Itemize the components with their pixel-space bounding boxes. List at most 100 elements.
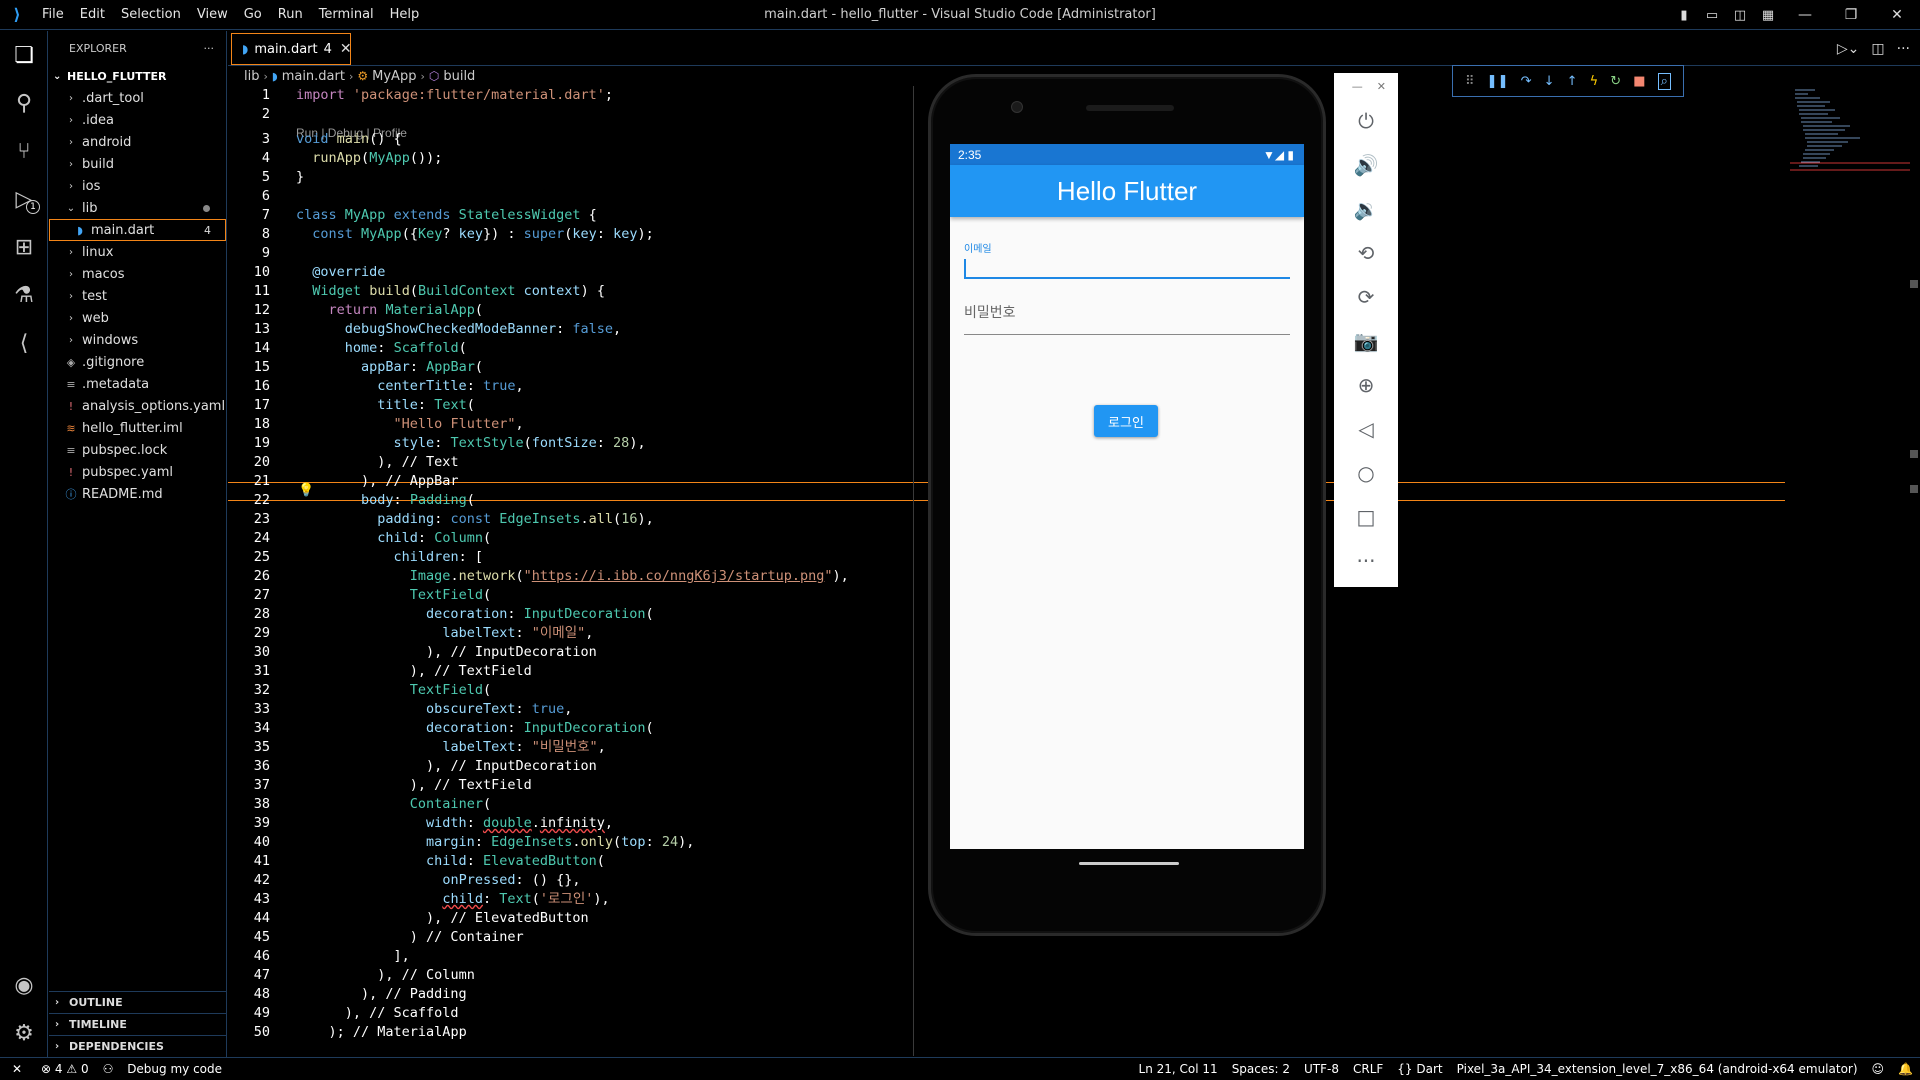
tree-item[interactable]: › test (49, 285, 226, 307)
dependencies-section[interactable]: › DEPENDENCIES (49, 1035, 227, 1057)
tree-item[interactable]: ≡ .metadata (49, 373, 226, 395)
problems-indicator[interactable]: ⊗ 4 ⚠ 0 (34, 1062, 96, 1076)
back-icon[interactable]: ◁ (1334, 407, 1398, 451)
encoding[interactable]: UTF-8 (1297, 1062, 1346, 1076)
run-debug-icon[interactable]: ▷ 1 (0, 175, 48, 223)
drag-handle-icon[interactable]: ⠿ (1465, 74, 1475, 89)
menu-go[interactable]: Go (236, 0, 270, 30)
password-field[interactable]: 비밀번호 (964, 302, 1290, 335)
login-button[interactable]: 로그인 (1094, 405, 1158, 437)
menu-selection[interactable]: Selection (113, 0, 189, 30)
debug-config[interactable]: ⚇ Debug my code (96, 1062, 229, 1076)
toggle-sidebar-icon[interactable]: ▮ (1670, 0, 1698, 30)
timeline-section[interactable]: › TIMELINE (49, 1013, 227, 1035)
breadcrumb-lib[interactable]: lib (244, 69, 259, 84)
volume-down-icon[interactable]: 🔉 (1334, 187, 1398, 231)
cursor-position[interactable]: Ln 21, Col 11 (1132, 1062, 1225, 1076)
emulator-close-icon[interactable]: ✕ (1377, 80, 1386, 93)
email-field[interactable]: 이메일 (964, 240, 1290, 279)
rotate-left-icon[interactable]: ⟲ (1334, 231, 1398, 275)
overview-icon[interactable]: □ (1334, 495, 1398, 539)
volume-up-icon[interactable]: 🔊 (1334, 143, 1398, 187)
tree-item[interactable]: › android (49, 131, 226, 153)
rotate-right-icon[interactable]: ⟳ (1334, 275, 1398, 319)
more-actions-icon[interactable]: ··· (204, 42, 215, 55)
step-out-icon[interactable]: ↑ (1567, 74, 1578, 89)
flutter-icon[interactable]: ⟨ (0, 319, 48, 367)
tree-item[interactable]: ≋ hello_flutter.iml (49, 417, 226, 439)
accounts-icon[interactable]: ◉ (0, 961, 48, 1009)
tree-item[interactable]: ◗ main.dart 4 (49, 219, 226, 241)
emulator-minimize-icon[interactable]: — (1352, 80, 1363, 93)
menu-run[interactable]: Run (270, 0, 311, 30)
dart-file-icon: ◗ (242, 42, 249, 56)
code-editor[interactable]: Run | Debug | Profile 1 import 'package:f… (228, 86, 913, 1056)
tree-item[interactable]: › linux (49, 241, 226, 263)
more-icon[interactable]: ··· (1897, 41, 1910, 57)
manage-gear-icon[interactable]: ⚙ (0, 1009, 48, 1057)
tree-item[interactable]: ⌄ lib (49, 197, 226, 219)
tree-item[interactable]: › build (49, 153, 226, 175)
tree-item[interactable]: ◈ .gitignore (49, 351, 226, 373)
restore-button[interactable]: ❐ (1828, 0, 1874, 30)
home-icon[interactable]: ○ (1334, 451, 1398, 495)
step-over-icon[interactable]: ↷ (1521, 74, 1532, 89)
indentation[interactable]: Spaces: 2 (1225, 1062, 1297, 1076)
split-editor-icon[interactable]: ◫ (1871, 41, 1884, 57)
feedback-icon[interactable]: ☺ (1865, 1062, 1892, 1076)
language-mode[interactable]: {} Dart (1390, 1062, 1449, 1076)
menu-help[interactable]: Help (382, 0, 428, 30)
editor-split-divider[interactable] (913, 86, 914, 1056)
breadcrumb-method[interactable]: build (443, 69, 475, 84)
explorer-icon[interactable]: ❏ (0, 31, 48, 79)
tree-item[interactable]: › .dart_tool (49, 87, 226, 109)
tree-item[interactable]: › macos (49, 263, 226, 285)
stop-icon[interactable]: ■ (1633, 74, 1645, 89)
emulator-screen[interactable]: 2:35 ▼◢ ▮ Hello Flutter 이메일 비밀번호 로그인 (950, 144, 1304, 849)
tree-item[interactable]: ≡ pubspec.lock (49, 439, 226, 461)
menu-file[interactable]: File (34, 0, 72, 30)
breadcrumb-file[interactable]: main.dart (282, 69, 345, 84)
tree-item[interactable]: ! analysis_options.yaml (49, 395, 226, 417)
tree-item[interactable]: › windows (49, 329, 226, 351)
more-options-icon[interactable]: ··· (1334, 539, 1398, 583)
outline-section[interactable]: › OUTLINE (49, 991, 227, 1013)
source-control-icon[interactable]: ⑂ (0, 127, 48, 175)
toggle-secondary-sidebar-icon[interactable]: ◫ (1726, 0, 1754, 30)
restart-icon[interactable]: ↻ (1610, 74, 1621, 89)
notifications-bell-icon[interactable]: 🔔 (1891, 1062, 1920, 1076)
tree-item[interactable]: › ios (49, 175, 226, 197)
tree-item[interactable]: ⓘ README.md (49, 483, 226, 505)
screenshot-camera-icon[interactable]: 📷 (1334, 319, 1398, 363)
power-icon[interactable]: ⏻ (1334, 99, 1398, 143)
minimap[interactable] (1790, 86, 1910, 196)
search-icon[interactable]: ⚲ (0, 79, 48, 127)
menu-edit[interactable]: Edit (72, 0, 113, 30)
testing-icon[interactable]: ⚗ (0, 271, 48, 319)
remote-icon[interactable]: ✕ (0, 1062, 34, 1076)
pause-icon[interactable]: ❚❚ (1487, 74, 1509, 89)
menu-view[interactable]: View (189, 0, 236, 30)
inspect-widget-icon[interactable]: ⌕ (1657, 72, 1671, 90)
close-icon[interactable]: ✕ (340, 41, 352, 57)
run-dropdown-icon[interactable]: ▷⌄ (1837, 41, 1860, 57)
minimize-button[interactable]: — (1782, 0, 1828, 30)
hot-reload-icon[interactable]: ϟ (1590, 74, 1599, 89)
workspace-folder[interactable]: ⌄ HELLO_FLUTTER (49, 65, 226, 87)
tab-main-dart[interactable]: ◗ main.dart 4 ✕ (231, 33, 352, 65)
tree-item[interactable]: › web (49, 307, 226, 329)
end-of-line[interactable]: CRLF (1346, 1062, 1390, 1076)
customize-layout-icon[interactable]: ▦ (1754, 0, 1782, 30)
tree-item[interactable]: ! pubspec.yaml (49, 461, 226, 483)
close-window-button[interactable]: ✕ (1874, 0, 1920, 30)
breadcrumb-class[interactable]: MyApp (372, 69, 416, 84)
home-gesture-bar[interactable] (1079, 862, 1179, 865)
menu-terminal[interactable]: Terminal (311, 0, 382, 30)
extensions-icon[interactable]: ⊞ (0, 223, 48, 271)
device-selector[interactable]: Pixel_3a_API_34_extension_level_7_x86_64… (1450, 1062, 1865, 1076)
toggle-panel-icon[interactable]: ▭ (1698, 0, 1726, 30)
zoom-icon[interactable]: ⊕ (1334, 363, 1398, 407)
code-line: 43 child: Text('로그인'), (228, 890, 913, 909)
step-into-icon[interactable]: ↓ (1544, 74, 1555, 89)
tree-item[interactable]: › .idea (49, 109, 226, 131)
